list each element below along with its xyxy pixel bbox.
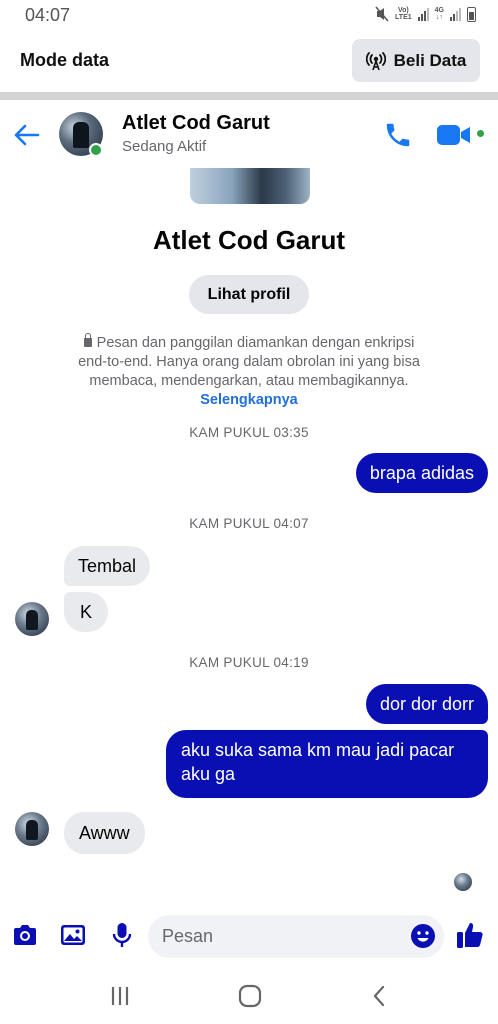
contact-avatar-small[interactable] <box>15 812 49 846</box>
back-arrow-icon[interactable] <box>12 120 42 150</box>
status-icons: Vo) LTE1 4G ↓↑ <box>375 6 476 22</box>
phone-icon[interactable] <box>383 120 413 150</box>
banner-divider <box>0 92 498 100</box>
recent-apps-icon[interactable] <box>106 982 134 1010</box>
message-timestamp: KAM PUKUL 04:07 <box>189 516 309 531</box>
contact-status: Sedang Aktif <box>122 138 207 155</box>
data-mode-title: Mode data <box>20 50 110 70</box>
incoming-message[interactable]: K <box>64 592 109 632</box>
outgoing-message[interactable]: brapa adidas <box>355 453 488 493</box>
antenna-icon <box>365 51 386 70</box>
message-composer <box>0 905 498 967</box>
contact-name[interactable]: Atlet Cod Garut <box>122 112 270 135</box>
mute-icon <box>375 6 389 22</box>
lock-icon <box>83 333 92 347</box>
battery-icon <box>467 6 476 22</box>
view-profile-button[interactable]: Lihat profil <box>189 275 309 314</box>
buy-data-button[interactable]: Beli Data <box>352 39 480 82</box>
online-indicator <box>89 143 103 157</box>
status-bar: 04:07 Vo) LTE1 4G ↓↑ <box>0 0 498 30</box>
data-mode-banner: Mode data Beli Data <box>0 30 498 92</box>
video-active-dot <box>477 130 484 137</box>
home-icon[interactable] <box>236 982 264 1010</box>
profile-intro-name: Atlet Cod Garut <box>152 225 346 255</box>
video-call-icon[interactable] <box>436 122 472 148</box>
volte-indicator: Vo) LTE1 <box>395 7 412 21</box>
seen-receipt-avatar <box>454 873 472 891</box>
network-type-indicator: 4G ↓↑ <box>434 7 444 21</box>
incoming-message[interactable]: Tembal <box>64 546 151 586</box>
status-time: 04:07 <box>25 5 71 25</box>
encryption-notice: Pesan dan panggilan diamankan dengan enk… <box>70 333 428 410</box>
gallery-icon[interactable] <box>59 921 87 949</box>
chat-header: Atlet Cod Garut Sedang Aktif <box>0 100 498 168</box>
signal-icon-2 <box>450 7 461 21</box>
camera-icon[interactable] <box>11 921 39 949</box>
emoji-icon[interactable] <box>410 923 436 949</box>
message-input[interactable] <box>148 915 444 958</box>
thumbs-up-icon[interactable] <box>456 920 484 950</box>
contact-avatar-small[interactable] <box>15 602 49 636</box>
learn-more-link[interactable]: Selengkapnya <box>200 392 298 408</box>
outgoing-message[interactable]: aku suka sama km mau jadi pacar aku ga <box>166 730 488 798</box>
profile-cover-image <box>190 168 310 204</box>
incoming-message[interactable]: Awww <box>64 812 145 854</box>
message-timestamp: KAM PUKUL 04:19 <box>189 655 309 670</box>
back-nav-icon[interactable] <box>366 982 394 1010</box>
message-timestamp: KAM PUKUL 03:35 <box>189 425 309 440</box>
outgoing-message[interactable]: dor dor dorr <box>365 684 488 724</box>
microphone-icon[interactable] <box>108 921 136 949</box>
system-nav-bar <box>0 967 498 1024</box>
signal-icon <box>417 7 429 21</box>
buy-data-label: Beli Data <box>393 50 467 70</box>
encryption-text: Pesan dan panggilan diamankan dengan enk… <box>78 335 420 389</box>
